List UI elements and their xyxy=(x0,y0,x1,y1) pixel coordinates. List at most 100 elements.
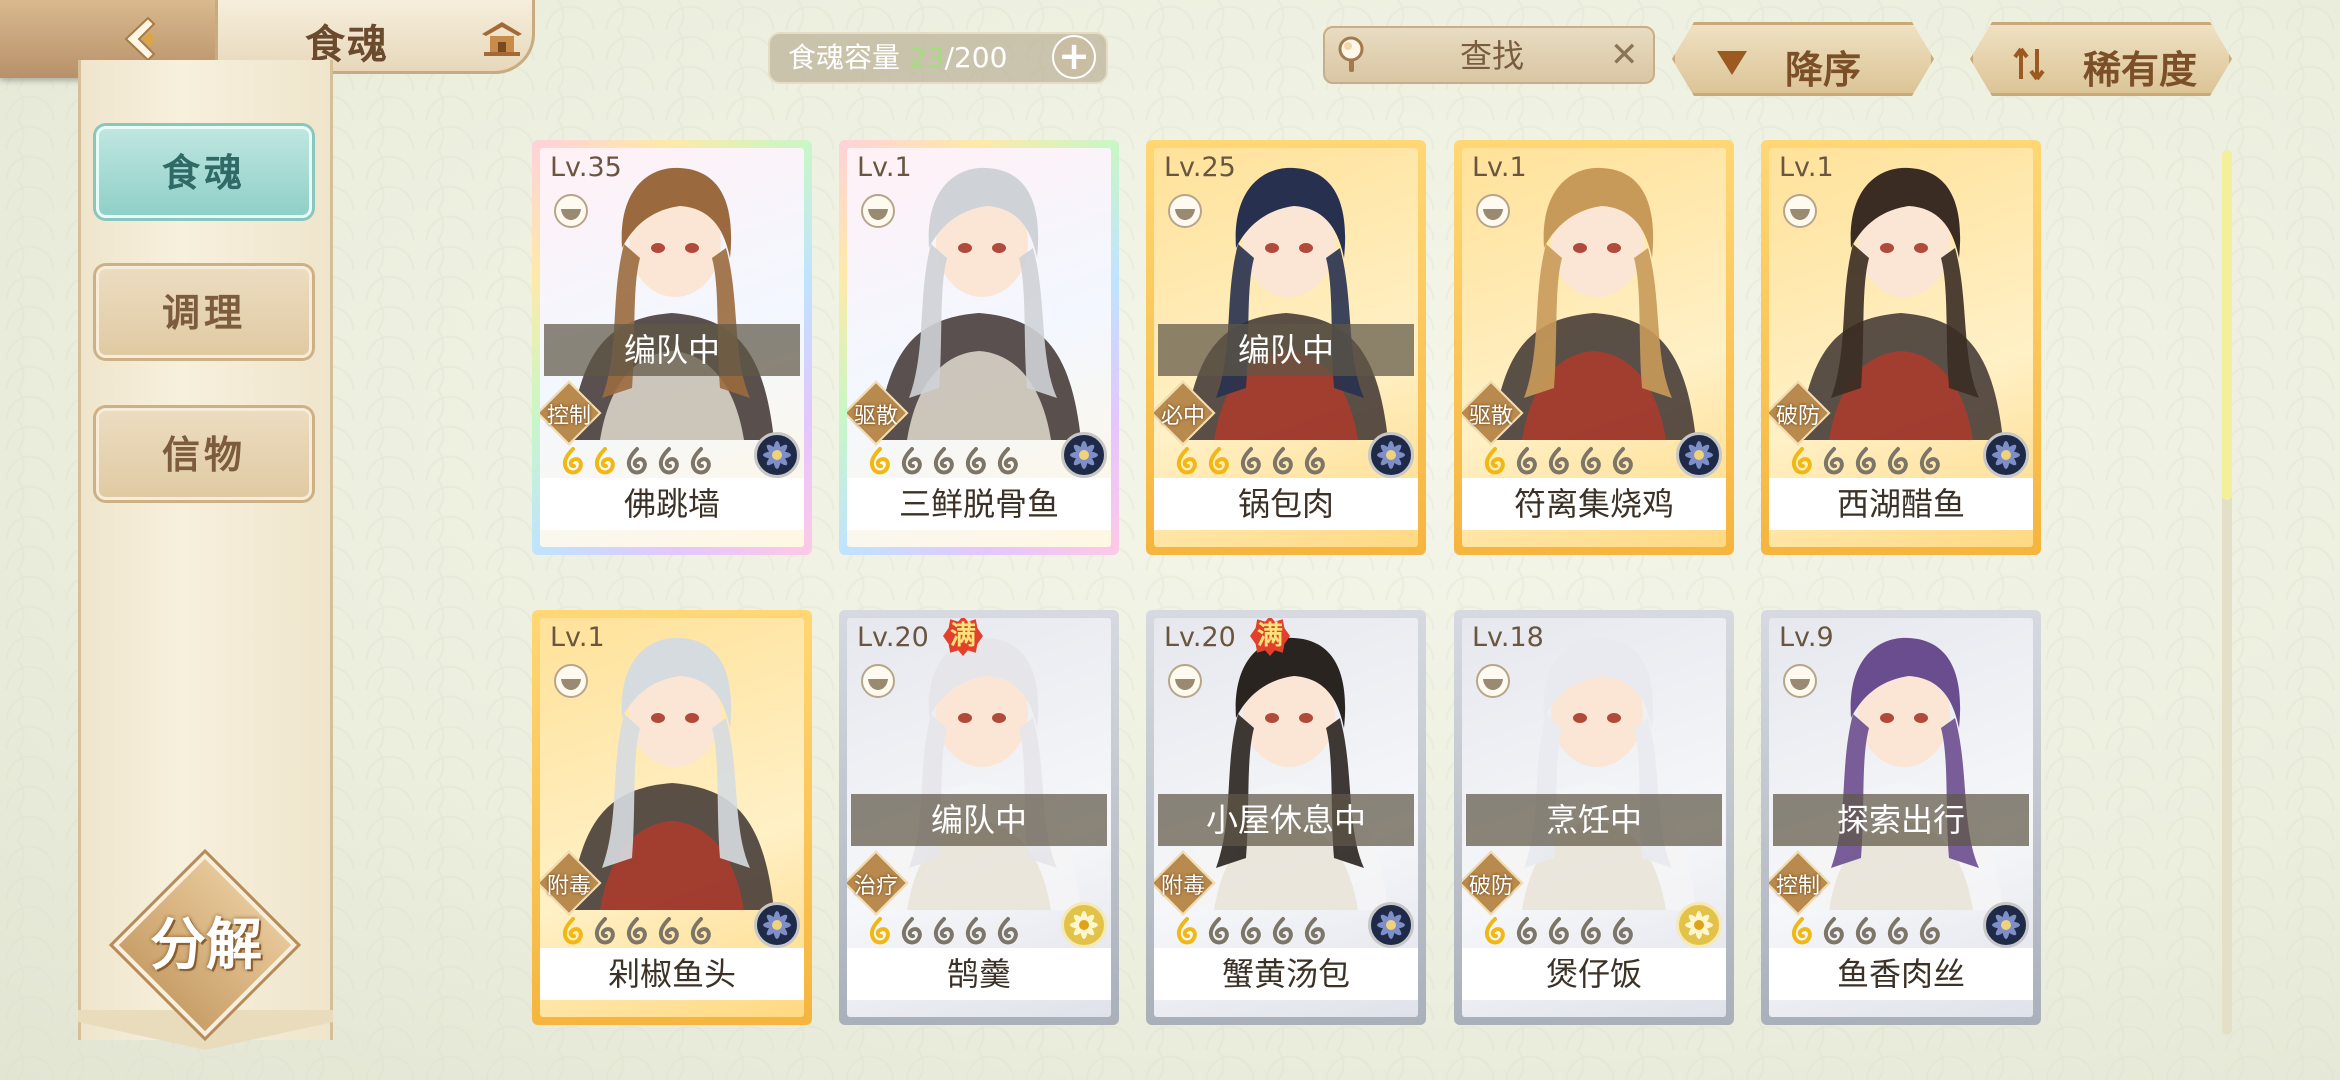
sort-order-label: 降序 xyxy=(1785,48,1862,92)
star-icon xyxy=(622,446,652,476)
sort-order-button[interactable]: 降序 xyxy=(1672,22,1934,96)
role-tag: 破防 xyxy=(1769,380,1831,446)
food-soul-card[interactable]: Lv.1 驱散 三鲜脱骨鱼 xyxy=(839,140,1119,555)
capacity-label: 食魂容量 xyxy=(788,41,901,74)
card-name: 煲仔饭 xyxy=(1462,948,1726,1000)
card-status: 小屋休息中 xyxy=(1158,794,1414,846)
role-tag-text: 驱散 xyxy=(853,404,898,429)
food-soul-card[interactable]: Lv.20 满 小屋休息中 附毒 蟹黄汤包 xyxy=(1146,610,1426,1025)
role-tag-text: 附毒 xyxy=(1160,874,1205,899)
bowl-icon xyxy=(1168,664,1202,698)
role-tag-text: 治疗 xyxy=(853,874,898,899)
back-arrow-icon xyxy=(124,16,156,62)
bowl-icon xyxy=(861,664,895,698)
star-icon xyxy=(1787,446,1817,476)
card-inner: Lv.18 烹饪中 破防 煲仔饭 xyxy=(1462,618,1726,1017)
star-icon xyxy=(1204,916,1234,946)
card-status: 编队中 xyxy=(1158,324,1414,376)
role-tag-text: 附毒 xyxy=(546,874,591,899)
star-icon xyxy=(1268,446,1298,476)
card-name: 佛跳墙 xyxy=(540,478,804,530)
element-icon xyxy=(1676,432,1722,478)
star-icon xyxy=(961,916,991,946)
card-name: 锅包肉 xyxy=(1154,478,1418,530)
star-icon xyxy=(686,446,716,476)
role-tag: 治疗 xyxy=(847,850,909,916)
role-tag: 破防 xyxy=(1462,850,1524,916)
star-icon xyxy=(993,916,1023,946)
card-level: Lv.1 xyxy=(550,622,605,653)
card-name: 鱼香肉丝 xyxy=(1769,948,2033,1000)
star-icon xyxy=(1512,916,1542,946)
element-icon xyxy=(754,432,800,478)
search-input[interactable] xyxy=(1400,34,1584,78)
element-icon xyxy=(1368,902,1414,948)
element-icon xyxy=(1061,432,1107,478)
role-tag-text: 破防 xyxy=(1468,874,1513,899)
star-icon xyxy=(1915,916,1945,946)
bowl-icon xyxy=(861,194,895,228)
card-status: 探索出行 xyxy=(1773,794,2029,846)
card-inner: Lv.1 附毒 剁椒鱼头 xyxy=(540,618,804,1017)
role-tag-text: 驱散 xyxy=(1468,404,1513,429)
role-tag: 驱散 xyxy=(1462,380,1524,446)
card-inner: Lv.35 编队中 控制 佛跳墙 xyxy=(540,148,804,547)
star-icon xyxy=(558,916,588,946)
card-inner: Lv.1 驱散 符离集烧鸡 xyxy=(1462,148,1726,547)
star-icon xyxy=(961,446,991,476)
sort-down-icon xyxy=(1715,47,1749,77)
tab-tokens[interactable]: 信物 xyxy=(96,408,312,500)
card-name: 符离集烧鸡 xyxy=(1462,478,1726,530)
star-icon xyxy=(1236,916,1266,946)
star-icon xyxy=(865,446,895,476)
food-soul-card[interactable]: Lv.25 编队中 必中 锅包肉 xyxy=(1146,140,1426,555)
card-inner: Lv.20 满 小屋休息中 附毒 蟹黄汤包 xyxy=(1154,618,1418,1017)
star-icon xyxy=(1608,916,1638,946)
element-icon xyxy=(1983,432,2029,478)
role-tag: 控制 xyxy=(540,380,602,446)
star-icon xyxy=(1883,916,1913,946)
star-icon xyxy=(1787,916,1817,946)
home-icon[interactable] xyxy=(478,18,526,58)
star-icon xyxy=(1480,916,1510,946)
star-rating xyxy=(558,446,718,476)
search-icon xyxy=(1338,36,1364,72)
star-icon xyxy=(1544,446,1574,476)
tab-food-souls[interactable]: 食魂 xyxy=(96,126,312,218)
food-soul-card[interactable]: Lv.35 编队中 控制 佛跳墙 xyxy=(532,140,812,555)
star-icon xyxy=(1172,446,1202,476)
food-soul-card[interactable]: Lv.1 驱散 符离集烧鸡 xyxy=(1454,140,1734,555)
role-tag-text: 控制 xyxy=(1775,874,1820,899)
card-name: 剁椒鱼头 xyxy=(540,948,804,1000)
food-soul-card[interactable]: Lv.9 探索出行 控制 鱼香肉丝 xyxy=(1761,610,2041,1025)
star-icon xyxy=(1300,916,1330,946)
capacity-current: 23 xyxy=(908,41,945,74)
star-rating xyxy=(1787,446,1947,476)
card-name: 三鲜脱骨鱼 xyxy=(847,478,1111,530)
bowl-icon xyxy=(554,664,588,698)
bowl-icon xyxy=(554,194,588,228)
scrollbar-thumb[interactable] xyxy=(2222,150,2232,500)
role-tag: 附毒 xyxy=(540,850,602,916)
star-icon xyxy=(897,916,927,946)
star-icon xyxy=(1883,446,1913,476)
star-icon xyxy=(1608,446,1638,476)
star-icon xyxy=(1172,916,1202,946)
element-icon xyxy=(1983,902,2029,948)
food-soul-card[interactable]: Lv.20 满 编队中 治疗 鹄羹 xyxy=(839,610,1119,1025)
element-icon xyxy=(754,902,800,948)
sort-key-button[interactable]: 稀有度 xyxy=(1970,22,2232,96)
role-tag: 驱散 xyxy=(847,380,909,446)
food-soul-card[interactable]: Lv.1 附毒 剁椒鱼头 xyxy=(532,610,812,1025)
food-soul-card[interactable]: Lv.18 烹饪中 破防 煲仔饭 xyxy=(1454,610,1734,1025)
clear-search-icon[interactable]: ✕ xyxy=(1610,38,1639,72)
bowl-icon xyxy=(1476,194,1510,228)
card-status: 编队中 xyxy=(851,794,1107,846)
star-icon xyxy=(558,446,588,476)
bowl-icon xyxy=(1783,194,1817,228)
food-soul-card[interactable]: Lv.1 破防 西湖醋鱼 xyxy=(1761,140,2041,555)
tab-cultivate[interactable]: 调理 xyxy=(96,266,312,358)
swap-icon xyxy=(2013,47,2047,81)
star-icon xyxy=(929,446,959,476)
capacity-add-button[interactable]: + xyxy=(1052,35,1096,79)
